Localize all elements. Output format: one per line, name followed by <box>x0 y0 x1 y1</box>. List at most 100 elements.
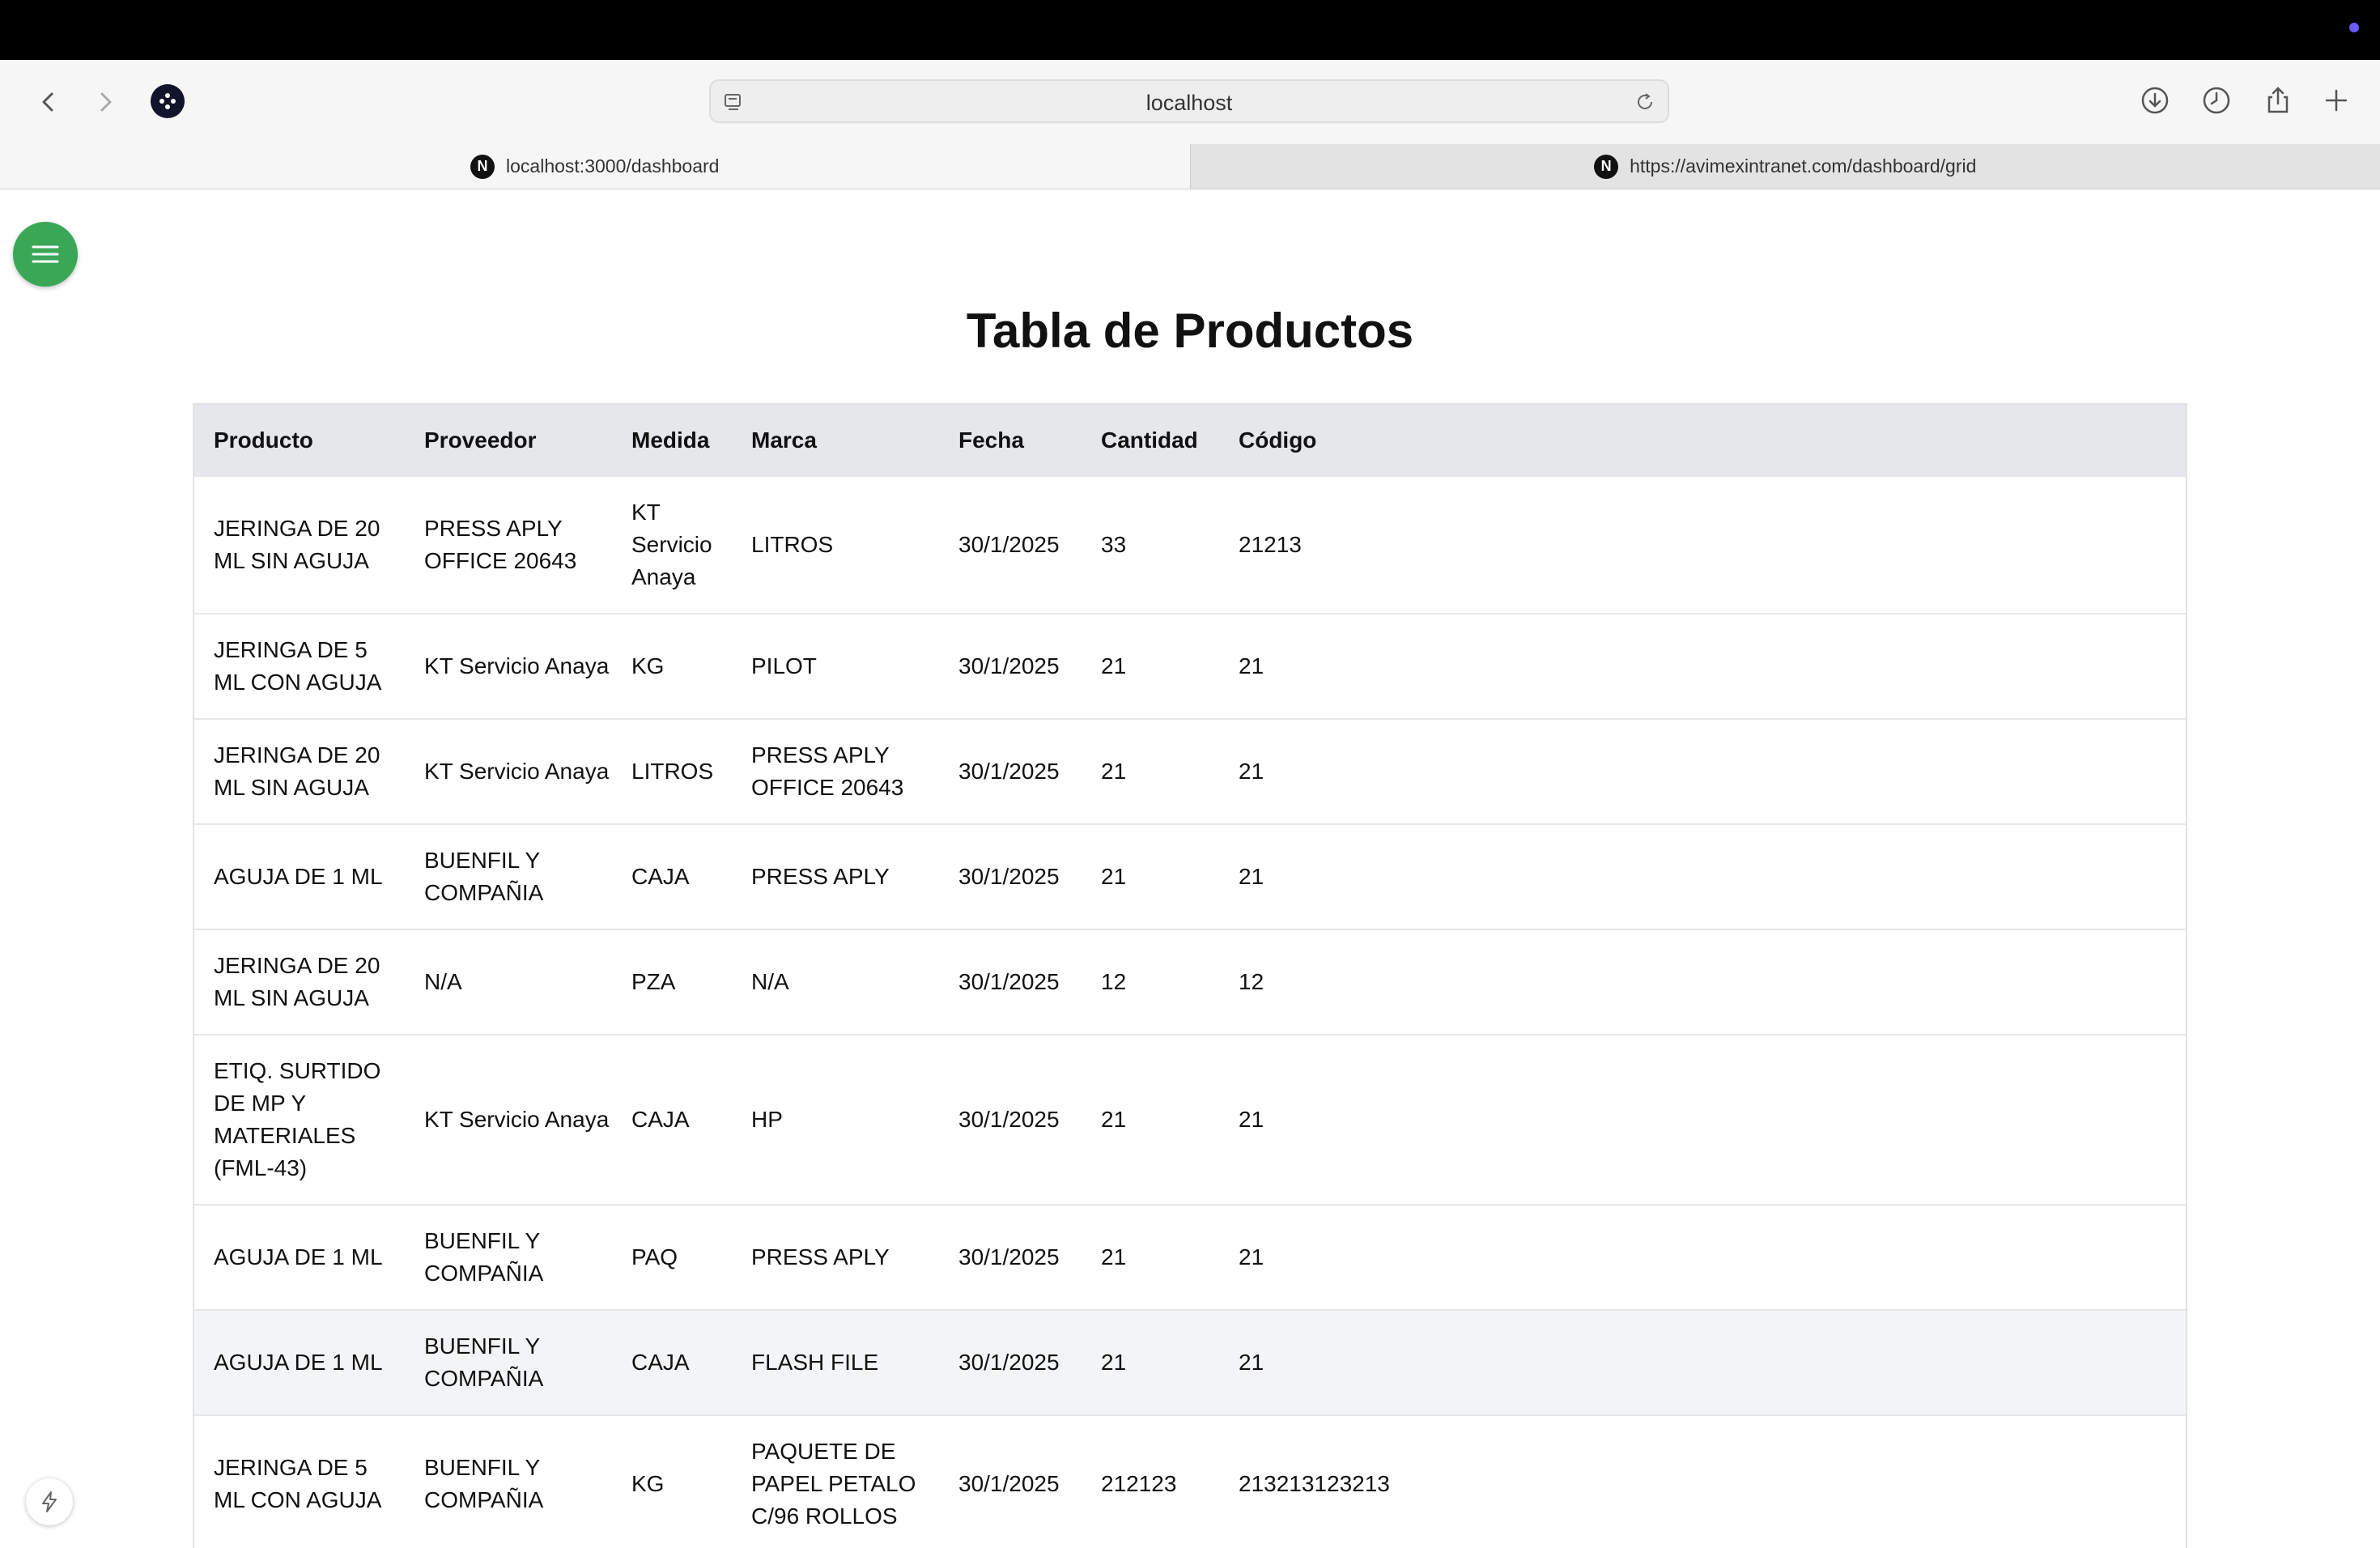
tab-localhost-dashboard[interactable]: N localhost:3000/dashboard <box>0 144 1190 189</box>
cell-producto: JERINGA DE 20 ML SIN AGUJA <box>194 718 405 824</box>
cell-codigo: 21 <box>1219 1034 2186 1205</box>
cell-producto: JERINGA DE 5 ML CON AGUJA <box>194 613 405 719</box>
share-button[interactable] <box>2255 78 2301 123</box>
column-header-proveedor[interactable]: Proveedor <box>405 405 612 476</box>
cell-medida: CAJA <box>612 823 732 929</box>
cell-codigo: 21 <box>1219 613 2186 719</box>
cell-fecha: 30/1/2025 <box>939 718 1082 824</box>
address-bar[interactable]: localhost <box>709 79 1669 123</box>
cell-cantidad: 21 <box>1082 613 1219 719</box>
share-icon <box>2267 87 2289 113</box>
chevron-right-icon <box>100 92 112 112</box>
cell-proveedor: KT Servicio Anaya <box>405 1034 612 1205</box>
cell-codigo: 12 <box>1219 929 2186 1035</box>
cell-marca: N/A <box>732 929 939 1035</box>
cell-medida: CAJA <box>612 1034 732 1205</box>
cell-marca: HP <box>732 1034 939 1205</box>
forward-button[interactable] <box>83 79 128 125</box>
cell-fecha: 30/1/2025 <box>939 475 1082 614</box>
system-menu-bar <box>0 0 2380 60</box>
cell-cantidad: 21 <box>1082 718 1219 824</box>
cell-proveedor: BUENFIL Y COMPAÑIA <box>405 1414 612 1548</box>
cell-marca: PILOT <box>732 613 939 719</box>
cell-cantidad: 21 <box>1082 1204 1219 1310</box>
reload-icon[interactable] <box>1634 91 1656 113</box>
cell-medida: PZA <box>612 929 732 1035</box>
cell-producto: JERINGA DE 20 ML SIN AGUJA <box>194 475 405 614</box>
tab-favicon-icon: N <box>1594 154 1619 179</box>
cell-fecha: 30/1/2025 <box>939 1414 1082 1548</box>
column-header-medida[interactable]: Medida <box>612 405 732 476</box>
cell-fecha: 30/1/2025 <box>939 1309 1082 1415</box>
cell-cantidad: 21 <box>1082 823 1219 929</box>
cell-marca: PAQUETE DE PAPEL PETALO C/96 ROLLOS <box>732 1414 939 1548</box>
column-header-cantidad[interactable]: Cantidad <box>1082 405 1219 476</box>
column-header-producto[interactable]: Producto <box>194 405 405 476</box>
cell-fecha: 30/1/2025 <box>939 1034 1082 1205</box>
cell-producto: ETIQ. SURTIDO DE MP Y MATERIALES (FML-43… <box>194 1034 405 1205</box>
cell-producto: AGUJA DE 1 ML <box>194 1204 405 1310</box>
cell-codigo: 21213 <box>1219 475 2186 614</box>
downloads-button[interactable] <box>2132 78 2178 123</box>
table-row[interactable]: JERINGA DE 20 ML SIN AGUJA N/A PZA N/A 3… <box>194 929 2186 1035</box>
column-header-codigo[interactable]: Código <box>1219 405 2186 476</box>
cell-marca: FLASH FILE <box>732 1309 939 1415</box>
download-icon <box>2141 87 2169 114</box>
tab-label: localhost:3000/dashboard <box>506 155 720 176</box>
devtools-button[interactable] <box>26 1478 73 1525</box>
back-button[interactable] <box>26 79 71 125</box>
cell-proveedor: BUENFIL Y COMPAÑIA <box>405 823 612 929</box>
column-header-fecha[interactable]: Fecha <box>939 405 1082 476</box>
table-row[interactable]: JERINGA DE 20 ML SIN AGUJA KT Servicio A… <box>194 718 2186 824</box>
tab-avimex-grid[interactable]: N https://avimexintranet.com/dashboard/g… <box>1189 144 2380 189</box>
cell-medida: KG <box>612 1414 732 1548</box>
cell-fecha: 30/1/2025 <box>939 929 1082 1035</box>
page-title: Tabla de Productos <box>966 304 1414 358</box>
cell-proveedor: KT Servicio Anaya <box>405 613 612 719</box>
table-row[interactable]: AGUJA DE 1 ML BUENFIL Y COMPAÑIA CAJA PR… <box>194 823 2186 929</box>
cell-proveedor: PRESS APLY OFFICE 20643 <box>405 475 612 614</box>
cell-codigo: 213213123213 <box>1219 1414 2186 1548</box>
products-table: Producto Proveedor Medida Marca Fecha Ca… <box>193 403 2187 1548</box>
bolt-icon <box>42 1491 57 1512</box>
cell-codigo: 21 <box>1219 718 2186 824</box>
cell-marca: PRESS APLY <box>732 823 939 929</box>
table-row[interactable]: AGUJA DE 1 ML BUENFIL Y COMPAÑIA PAQ PRE… <box>194 1204 2186 1310</box>
tab-strip: N localhost:3000/dashboard N https://avi… <box>0 144 2380 189</box>
cell-cantidad: 12 <box>1082 929 1219 1035</box>
cell-marca: PRESS APLY OFFICE 20643 <box>732 718 939 824</box>
plus-icon <box>2325 89 2348 112</box>
extension-glyph-icon <box>159 93 176 109</box>
cell-cantidad: 21 <box>1082 1309 1219 1415</box>
tab-label: https://avimexintranet.com/dashboard/gri… <box>1630 155 1977 176</box>
tab-favicon-icon: N <box>470 154 495 179</box>
cell-codigo: 21 <box>1219 823 2186 929</box>
cell-marca: LITROS <box>732 475 939 614</box>
cell-cantidad: 212123 <box>1082 1414 1219 1548</box>
cell-producto: AGUJA DE 1 ML <box>194 1309 405 1415</box>
table-header-row: Producto Proveedor Medida Marca Fecha Ca… <box>194 405 2186 476</box>
cell-medida: CAJA <box>612 1309 732 1415</box>
cell-proveedor: BUENFIL Y COMPAÑIA <box>405 1309 612 1415</box>
cell-cantidad: 21 <box>1082 1034 1219 1205</box>
table-row[interactable]: JERINGA DE 5 ML CON AGUJA BUENFIL Y COMP… <box>194 1414 2186 1548</box>
menu-button[interactable] <box>13 222 78 287</box>
table-row[interactable]: JERINGA DE 5 ML CON AGUJA KT Servicio An… <box>194 613 2186 719</box>
cell-medida: KG <box>612 613 732 719</box>
address-text: localhost <box>1145 91 1233 115</box>
cell-proveedor: KT Servicio Anaya <box>405 718 612 824</box>
column-header-marca[interactable]: Marca <box>732 405 939 476</box>
table-row-hovered[interactable]: AGUJA DE 1 ML BUENFIL Y COMPAÑIA CAJA FL… <box>194 1309 2186 1415</box>
table-row[interactable]: ETIQ. SURTIDO DE MP Y MATERIALES (FML-43… <box>194 1034 2186 1205</box>
table-row[interactable]: JERINGA DE 20 ML SIN AGUJA PRESS APLY OF… <box>194 475 2186 614</box>
cell-proveedor: N/A <box>405 929 612 1035</box>
new-tab-button[interactable] <box>2314 78 2359 123</box>
cell-producto: AGUJA DE 1 ML <box>194 823 405 929</box>
cell-proveedor: BUENFIL Y COMPAÑIA <box>405 1204 612 1310</box>
cell-fecha: 30/1/2025 <box>939 1204 1082 1310</box>
cell-producto: JERINGA DE 20 ML SIN AGUJA <box>194 929 405 1035</box>
history-button[interactable] <box>2194 78 2239 123</box>
chevron-left-icon <box>42 92 53 112</box>
extension-icon[interactable] <box>151 84 185 118</box>
cell-medida: KT Servicio Anaya <box>612 475 732 614</box>
